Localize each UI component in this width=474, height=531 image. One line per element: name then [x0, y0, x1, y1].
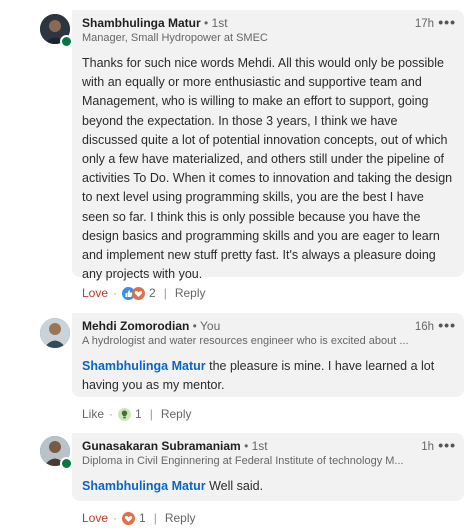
connection-degree: • 1st [204, 16, 228, 30]
love-reaction-icon [122, 511, 136, 525]
comment-actions: Like · 1 | Reply [82, 407, 192, 421]
reaction-count[interactable]: 2 [149, 286, 156, 300]
connection-degree: • 1st [244, 439, 268, 453]
comment-3: Gunasakaran Subramaniam • 1st Diploma in… [0, 430, 474, 531]
comment-text: Thanks for such nice words Mehdi. All th… [82, 54, 454, 284]
reaction-summary[interactable] [122, 286, 146, 300]
like-button[interactable]: Like [82, 407, 104, 421]
separator-pipe: | [153, 511, 157, 525]
reaction-summary[interactable] [118, 407, 132, 421]
avatar[interactable] [40, 318, 70, 348]
timestamp: 1h [421, 441, 434, 453]
more-options-button[interactable]: ••• [438, 317, 456, 333]
mention-link[interactable]: Shambhulinga Matur [82, 479, 206, 493]
love-reaction-button[interactable]: Love [82, 286, 108, 300]
reply-button[interactable]: Reply [175, 286, 206, 300]
reply-button[interactable]: Reply [165, 511, 196, 525]
comment-1: Shambhulinga Matur • 1st Manager, Small … [0, 0, 474, 304]
timestamp: 16h [414, 321, 434, 333]
comment-text: Shambhulinga Matur Well said. [82, 477, 454, 496]
comment-body: Thanks for such nice words Mehdi. All th… [82, 56, 453, 282]
reply-button[interactable]: Reply [161, 407, 192, 421]
author-name[interactable]: Gunasakaran Subramaniam [82, 439, 241, 453]
reaction-count[interactable]: 1 [135, 407, 142, 421]
comment-bubble: Shambhulinga Matur • 1st Manager, Small … [72, 10, 464, 281]
author-name[interactable]: Shambhulinga Matur [82, 16, 201, 30]
author-name[interactable]: Mehdi Zomorodian [82, 319, 189, 333]
comment-2: Mehdi Zomorodian • You A hydrologist and… [0, 310, 474, 422]
comment-text: Shambhulinga Matur the pleasure is mine.… [82, 357, 454, 395]
separator-dot: · [109, 407, 114, 421]
author-headline: Diploma in Civil Enginnering at Federal … [82, 455, 404, 467]
comment-actions: Love · 1 | Reply [82, 511, 196, 525]
separator-dot: · [113, 511, 118, 525]
author-headline: A hydrologist and water resources engine… [82, 335, 409, 347]
connection-degree: • You [192, 319, 221, 333]
love-reaction-icon [132, 286, 146, 300]
separator-pipe: | [149, 407, 153, 421]
comment-bubble: Gunasakaran Subramaniam • 1st Diploma in… [72, 433, 464, 501]
comment-bubble: Mehdi Zomorodian • You A hydrologist and… [72, 313, 464, 397]
more-options-button[interactable]: ••• [438, 14, 456, 30]
comment-actions: Love · 2 | Reply [82, 286, 206, 300]
reaction-count[interactable]: 1 [139, 511, 146, 525]
author-headline: Manager, Small Hydropower at SMEC [82, 32, 268, 44]
mention-link[interactable]: Shambhulinga Matur [82, 359, 206, 373]
love-reaction-button[interactable]: Love [82, 511, 108, 525]
more-options-button[interactable]: ••• [438, 437, 456, 453]
reaction-summary[interactable] [122, 511, 136, 525]
comment-body: Well said. [205, 479, 264, 493]
separator-dot: · [113, 286, 118, 300]
timestamp: 17h [414, 18, 434, 30]
insightful-reaction-icon [118, 407, 132, 421]
separator-pipe: | [163, 286, 167, 300]
